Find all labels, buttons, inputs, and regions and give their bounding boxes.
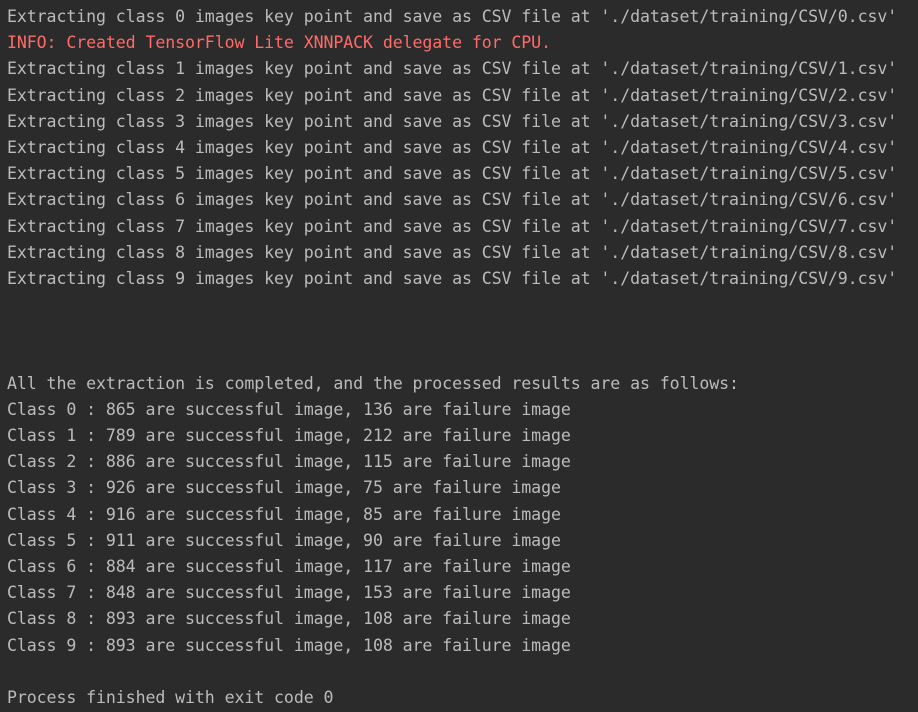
console-result-class-6: Class 6 : 884 are successful image, 117 … bbox=[7, 556, 571, 576]
console-result-class-8: Class 8 : 893 are successful image, 108 … bbox=[7, 609, 571, 629]
console-line-extract-class-7: Extracting class 7 images key point and … bbox=[7, 216, 898, 236]
console-line-extract-class-5: Extracting class 5 images key point and … bbox=[7, 164, 898, 184]
console-line-extract-class-2: Extracting class 2 images key point and … bbox=[7, 85, 898, 105]
console-line-extract-class-8: Extracting class 8 images key point and … bbox=[7, 242, 898, 262]
console-result-class-9: Class 9 : 893 are successful image, 108 … bbox=[7, 635, 571, 655]
console-result-class-1: Class 1 : 789 are successful image, 212 … bbox=[7, 426, 571, 445]
console-result-class-0: Class 0 : 865 are successful image, 136 … bbox=[7, 399, 571, 419]
console-exit-message: Process finished with exit code 0 bbox=[7, 687, 334, 707]
console-result-class-2: Class 2 : 886 are successful image, 115 … bbox=[7, 452, 571, 472]
console-result-class-4: Class 4 : 916 are successful image, 85 a… bbox=[7, 504, 561, 524]
console-line-extract-class-4: Extracting class 4 images key point and … bbox=[7, 137, 898, 157]
console-line-extract-class-3: Extracting class 3 images key point and … bbox=[7, 111, 898, 131]
console-result-class-3: Class 3 : 926 are successful image, 75 a… bbox=[7, 478, 561, 498]
console-line-extract-class-1: Extracting class 1 images key point and … bbox=[7, 59, 898, 79]
console-line-info-tflite-delegate: INFO: Created TensorFlow Lite XNNPACK de… bbox=[7, 33, 551, 53]
run-console-output[interactable]: Extracting class 0 images key point and … bbox=[0, 0, 918, 712]
console-line-extract-class-0: Extracting class 0 images key point and … bbox=[7, 7, 898, 26]
console-line-extract-class-9: Extracting class 9 images key point and … bbox=[7, 268, 898, 288]
console-result-class-5: Class 5 : 911 are successful image, 90 a… bbox=[7, 530, 561, 550]
console-summary-header: All the extraction is completed, and the… bbox=[7, 373, 739, 393]
console-line-extract-class-6: Extracting class 6 images key point and … bbox=[7, 190, 898, 210]
console-result-class-7: Class 7 : 848 are successful image, 153 … bbox=[7, 583, 571, 603]
